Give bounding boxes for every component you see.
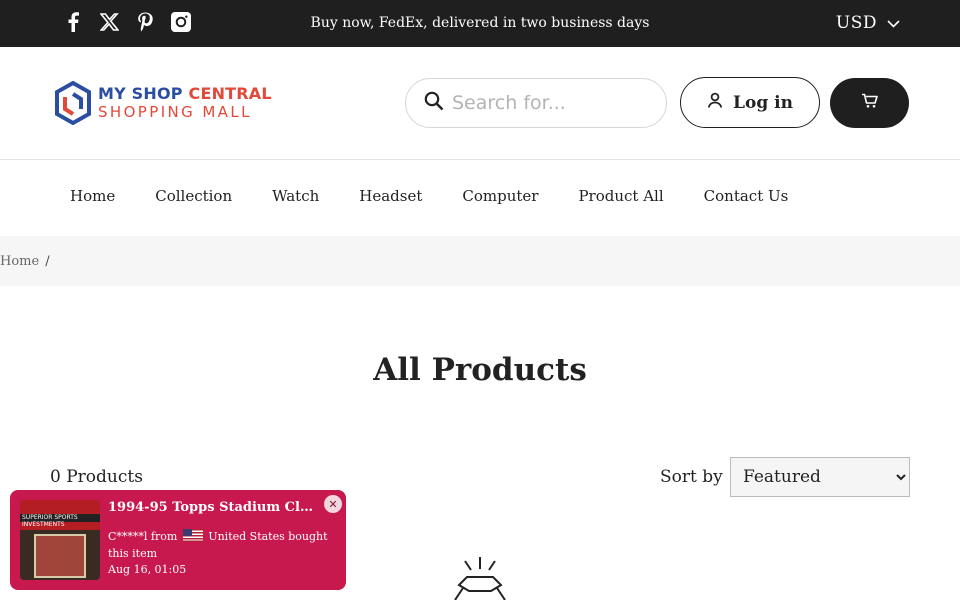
cart-button[interactable]	[830, 78, 909, 128]
search-input[interactable]	[452, 92, 652, 114]
us-flag-icon	[182, 529, 203, 542]
close-icon[interactable]: ✕	[324, 495, 342, 513]
currency-label: USD	[835, 13, 877, 33]
search-box[interactable]	[405, 78, 667, 128]
breadcrumb-bar: Home /	[0, 236, 960, 286]
nav-item-collection[interactable]: Collection	[155, 187, 232, 205]
logo-title: MY SHOP CENTRAL	[98, 84, 272, 103]
empty-box-icon	[445, 555, 515, 600]
store-logo[interactable]: MY SHOP CENTRAL SHOPPING MALL	[54, 81, 272, 125]
nav-item-computer[interactable]: Computer	[462, 187, 538, 205]
nav-item-home[interactable]: Home	[70, 187, 115, 205]
popup-buyer-text: C*****l from United States bought this i…	[108, 528, 336, 562]
nav-item-contact-us[interactable]: Contact Us	[704, 187, 789, 205]
main-navigation: Home Collection Watch Headset Computer P…	[0, 160, 960, 236]
popup-product-name[interactable]: 1994-95 Topps Stadium Club S...	[108, 500, 318, 515]
login-button[interactable]: Log in	[680, 77, 820, 128]
sort-label: Sort by	[660, 467, 723, 487]
promo-text: Buy now, FedEx, delivered in two busines…	[310, 15, 650, 31]
popup-date: Aug 16, 01:05	[108, 563, 187, 576]
chevron-down-icon	[887, 13, 900, 33]
nav-item-watch[interactable]: Watch	[272, 187, 319, 205]
nav-item-headset[interactable]: Headset	[359, 187, 422, 205]
sort-select[interactable]: Featured	[730, 457, 910, 497]
search-icon[interactable]	[424, 91, 444, 115]
popup-buyer: C*****l from	[108, 530, 178, 543]
breadcrumb-home-link[interactable]: Home	[0, 254, 39, 269]
currency-selector[interactable]: USD	[836, 13, 900, 33]
product-count: 0 Products	[50, 467, 143, 487]
page-title: All Products	[373, 352, 587, 388]
user-icon	[707, 92, 723, 113]
product-thumbnail[interactable]: SUPERIOR SPORTS INVESTMENTS	[20, 500, 100, 580]
breadcrumb-separator: /	[45, 254, 50, 269]
breadcrumb: Home /	[0, 254, 50, 269]
cart-icon	[861, 93, 879, 113]
login-label: Log in	[733, 92, 793, 113]
logo-mark-icon	[55, 81, 91, 125]
site-header: MY SHOP CENTRAL SHOPPING MALL Log in	[0, 47, 960, 160]
nav-item-product-all[interactable]: Product All	[578, 187, 663, 205]
recent-purchase-popup[interactable]: SUPERIOR SPORTS INVESTMENTS 1994-95 Topp…	[10, 490, 346, 590]
announcement-bar: Buy now, FedEx, delivered in two busines…	[0, 0, 960, 47]
logo-subtitle: SHOPPING MALL	[98, 103, 252, 121]
